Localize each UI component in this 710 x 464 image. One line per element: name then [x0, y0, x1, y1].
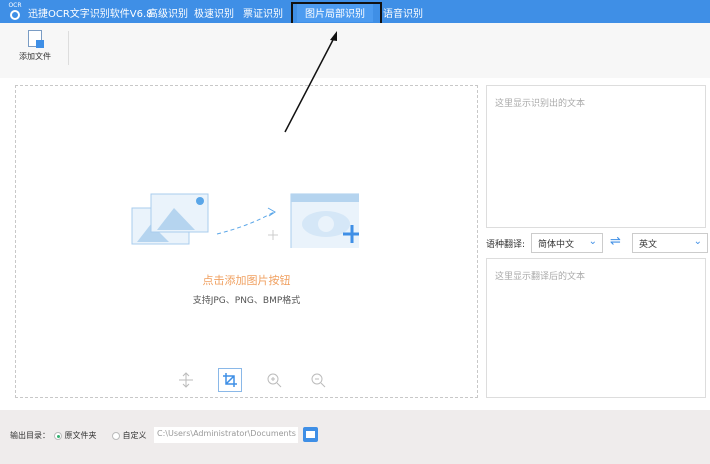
move-icon[interactable] — [174, 368, 198, 392]
radio-custom[interactable]: 自定义 — [112, 430, 147, 441]
zoom-in-icon[interactable] — [262, 368, 286, 392]
radio-original-folder[interactable]: 原文件夹 — [54, 430, 97, 441]
output-dir-label: 输出目录： — [10, 431, 50, 440]
crop-icon[interactable] — [218, 368, 242, 392]
source-language-select[interactable]: 简体中文 ⌄ — [531, 233, 603, 253]
add-image-illustration-icon — [131, 193, 359, 248]
target-language-value: 英文 — [639, 240, 658, 250]
radio-original-label: 原文件夹 — [64, 431, 97, 440]
radio-icon — [54, 431, 62, 440]
zoom-out-icon[interactable] — [306, 368, 330, 392]
target-language-select[interactable]: 英文 ⌄ — [632, 233, 708, 253]
source-language-value: 简体中文 — [538, 240, 575, 250]
translation-row: 语种翻译: 简体中文 ⌄ ⇌ 英文 ⌄ — [486, 233, 710, 253]
image-tools — [174, 368, 330, 392]
swap-language-icon[interactable]: ⇌ — [610, 234, 621, 249]
recognized-text-area[interactable]: 这里显示识别出的文本 — [486, 85, 706, 228]
translated-text-area[interactable]: 这里显示翻译后的文本 — [486, 258, 706, 398]
image-drop-zone[interactable]: 点击添加图片按钮 支持JPG、PNG、BMP格式 — [15, 85, 478, 398]
chevron-down-icon: ⌄ — [693, 236, 702, 247]
supported-formats: 支持JPG、PNG、BMP格式 — [192, 296, 301, 306]
radio-icon — [112, 431, 120, 440]
folder-icon[interactable] — [303, 427, 318, 442]
output-path-input[interactable]: C:\Users\Administrator\Documents — [154, 427, 298, 443]
radio-custom-label: 自定义 — [122, 431, 147, 440]
chevron-down-icon: ⌄ — [588, 236, 597, 247]
add-image-hint[interactable]: 点击添加图片按钮 — [16, 272, 477, 288]
translate-label: 语种翻译: — [486, 240, 526, 250]
output-bar: 输出目录： 原文件夹 自定义 C:\Users\Administrator\Do… — [0, 410, 710, 464]
